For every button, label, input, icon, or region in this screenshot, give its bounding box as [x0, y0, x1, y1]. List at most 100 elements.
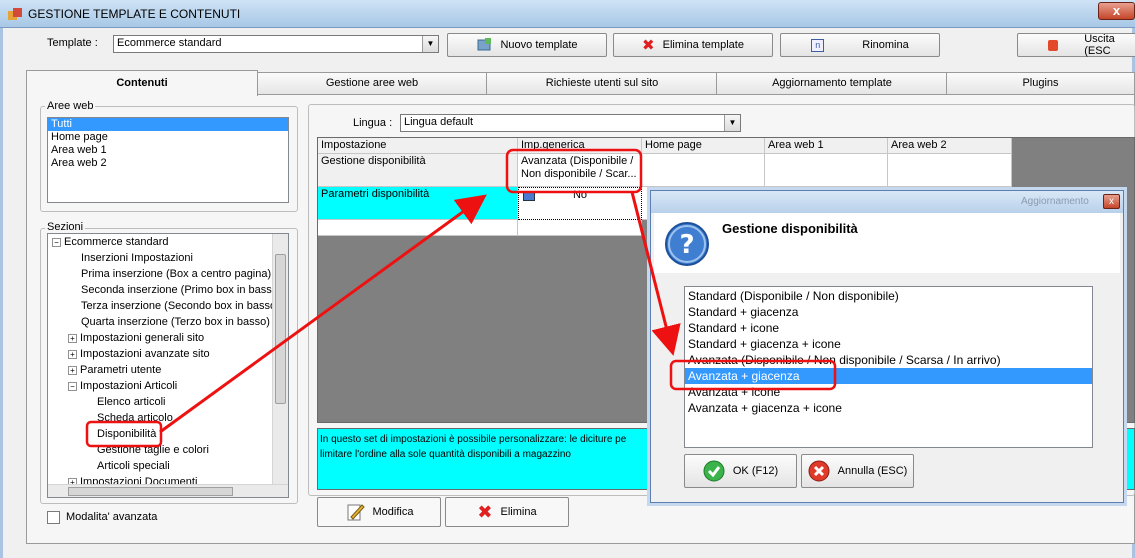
vertical-scrollbar[interactable]	[272, 234, 288, 484]
title-bar: GESTIONE TEMPLATE E CONTENUTI x	[0, 0, 1135, 28]
grid-cell-empty[interactable]	[888, 154, 1012, 187]
list-item[interactable]: Avanzata + giacenza + icone	[685, 400, 1092, 416]
delete-button[interactable]: ✖ Elimina	[445, 497, 569, 527]
tree-item[interactable]: − Impostazioni Articoli	[68, 379, 177, 394]
options-list[interactable]: Standard (Disponibile / Non disponibile)…	[684, 286, 1093, 448]
rename-icon: n	[811, 38, 825, 52]
list-item[interactable]: Standard + icone	[685, 320, 1092, 336]
template-select-value: Ecommerce standard	[117, 37, 222, 49]
scroll-thumb[interactable]	[275, 254, 286, 404]
tree-item[interactable]: + Impostazioni generali sito	[68, 331, 204, 346]
window-title: GESTIONE TEMPLATE E CONTENUTI	[28, 7, 241, 21]
tree-item[interactable]: Elenco articoli	[97, 395, 165, 410]
tree-item[interactable]: Scheda articolo	[97, 411, 173, 426]
collapse-icon[interactable]: −	[68, 381, 77, 391]
grid-cell-empty[interactable]	[765, 154, 888, 187]
description-content: In questo set di impostazioni è possibil…	[320, 434, 627, 460]
tab-aggiornamento-template[interactable]: Aggiornamento template	[716, 72, 948, 94]
grid-cell-name[interactable]: Parametri disponibilità	[318, 187, 518, 220]
list-item-selected[interactable]: Avanzata + giacenza	[685, 368, 1092, 384]
tree-item[interactable]: Articoli speciali	[97, 459, 170, 474]
delete-template-label: Elimina template	[662, 39, 744, 51]
list-item[interactable]: Avanzata + icone	[685, 384, 1092, 400]
expand-icon[interactable]: +	[68, 365, 77, 375]
dialog-window: Aggiornamento x ? Gestione disponibilità…	[650, 190, 1124, 503]
list-item[interactable]: Area web 2	[48, 157, 288, 170]
new-template-icon	[477, 38, 492, 51]
list-item[interactable]: Tutti	[48, 118, 288, 131]
sezioni-tree[interactable]: − Ecommerce standard Inserzioni Impostazi…	[47, 233, 289, 498]
aree-web-label: Aree web	[45, 100, 96, 112]
horizontal-scrollbar[interactable]	[48, 484, 288, 497]
rename-label: Rinomina	[862, 39, 909, 51]
question-icon: ?	[665, 222, 709, 266]
red-x-icon: ✖	[477, 501, 493, 522]
rename-button[interactable]: n Rinomina	[780, 33, 940, 57]
cancel-button[interactable]: Annulla (ESC)	[801, 454, 914, 488]
red-x-icon	[808, 460, 830, 482]
list-item[interactable]: Avanzata (Disponibile / Non disponibile …	[685, 352, 1092, 368]
tree-item[interactable]: Inserzioni Impostazioni	[81, 251, 193, 266]
lingua-select[interactable]: Lingua default ▼	[400, 114, 741, 132]
tree-item[interactable]: Disponibilità	[97, 427, 156, 442]
window-close-button[interactable]: x	[1098, 2, 1135, 20]
chevron-down-icon[interactable]: ▼	[422, 36, 438, 52]
ok-button[interactable]: OK (F12)	[684, 454, 797, 488]
list-item[interactable]: Standard + giacenza	[685, 304, 1092, 320]
dialog-title: Gestione disponibilità	[722, 221, 858, 236]
grid-cell-empty[interactable]	[642, 154, 765, 187]
exit-button[interactable]: Uscita (ESC	[1017, 33, 1135, 57]
advanced-mode-label: Modalita' avanzata	[66, 511, 158, 523]
template-select[interactable]: Ecommerce standard ▼	[113, 35, 439, 53]
tree-item[interactable]: Gestione taglie e colori	[97, 443, 209, 458]
grid-header: Area web 2	[888, 138, 1012, 154]
scroll-thumb[interactable]	[68, 487, 233, 496]
grid-cell-name[interactable]: Gestione disponibilità	[318, 154, 518, 187]
dialog-bg-text: Aggiornamento	[1021, 196, 1089, 207]
tab-gestione-aree-web[interactable]: Gestione aree web	[256, 72, 488, 94]
tab-richieste-utenti[interactable]: Richieste utenti sul sito	[486, 72, 718, 94]
grid-header: Imp.generica	[518, 138, 642, 154]
advanced-mode-checkbox[interactable]	[47, 511, 60, 524]
grid-cell-empty[interactable]	[518, 220, 642, 236]
green-check-icon	[703, 460, 725, 482]
collapse-icon[interactable]: −	[52, 237, 61, 247]
template-label: Template :	[47, 37, 98, 49]
list-item[interactable]: Home page	[48, 131, 288, 144]
tab-contenuti[interactable]: Contenuti	[26, 70, 258, 96]
grid-header: Impostazione	[318, 138, 518, 154]
grid-cell-empty[interactable]	[318, 220, 518, 236]
list-item[interactable]: Area web 1	[48, 144, 288, 157]
svg-text:?: ?	[679, 230, 694, 260]
dialog-close-button[interactable]: x	[1103, 194, 1120, 209]
grid-header: Area web 1	[765, 138, 888, 154]
list-item[interactable]: Standard (Disponibile / Non disponibile)	[685, 288, 1092, 304]
cancel-label: Annulla (ESC)	[837, 465, 908, 477]
edit-label: Modifica	[372, 506, 414, 518]
grid-header: Home page	[642, 138, 765, 154]
tree-item[interactable]: Seconda inserzione (Primo box in basso)	[81, 283, 282, 298]
dialog-titlebar: Aggiornamento x	[651, 191, 1123, 213]
tree-item[interactable]: Quarta inserzione (Terzo box in basso)	[81, 315, 270, 330]
chevron-down-icon[interactable]: ▼	[724, 115, 740, 131]
dropdown-icon	[523, 191, 535, 201]
tree-item[interactable]: + Impostazioni avanzate sito	[68, 347, 210, 362]
exit-icon	[1048, 39, 1059, 51]
tab-plugins[interactable]: Plugins	[946, 72, 1135, 94]
delete-label: Elimina	[500, 506, 537, 518]
delete-template-button[interactable]: ✖ Elimina template	[613, 33, 773, 57]
grid-cell-value[interactable]: Avanzata (Disponibile / Non disponibile …	[518, 154, 642, 187]
tree-item[interactable]: + Parametri utente	[68, 363, 161, 378]
sezioni-label: Sezioni	[45, 221, 86, 233]
expand-icon[interactable]: +	[68, 349, 77, 359]
lingua-select-value: Lingua default	[404, 116, 474, 128]
new-template-button[interactable]: Nuovo template	[447, 33, 607, 57]
aree-web-list[interactable]: Tutti Home page Area web 1 Area web 2	[47, 117, 289, 203]
grid-cell-value[interactable]: No	[518, 187, 642, 220]
tree-item[interactable]: Prima inserzione (Box a centro pagina)	[81, 267, 271, 282]
edit-button[interactable]: Modifica	[317, 497, 441, 527]
tree-item[interactable]: − Ecommerce standard	[52, 235, 169, 250]
tree-item[interactable]: Terza inserzione (Secondo box in basso	[81, 299, 276, 314]
list-item[interactable]: Standard + giacenza + icone	[685, 336, 1092, 352]
expand-icon[interactable]: +	[68, 333, 77, 343]
